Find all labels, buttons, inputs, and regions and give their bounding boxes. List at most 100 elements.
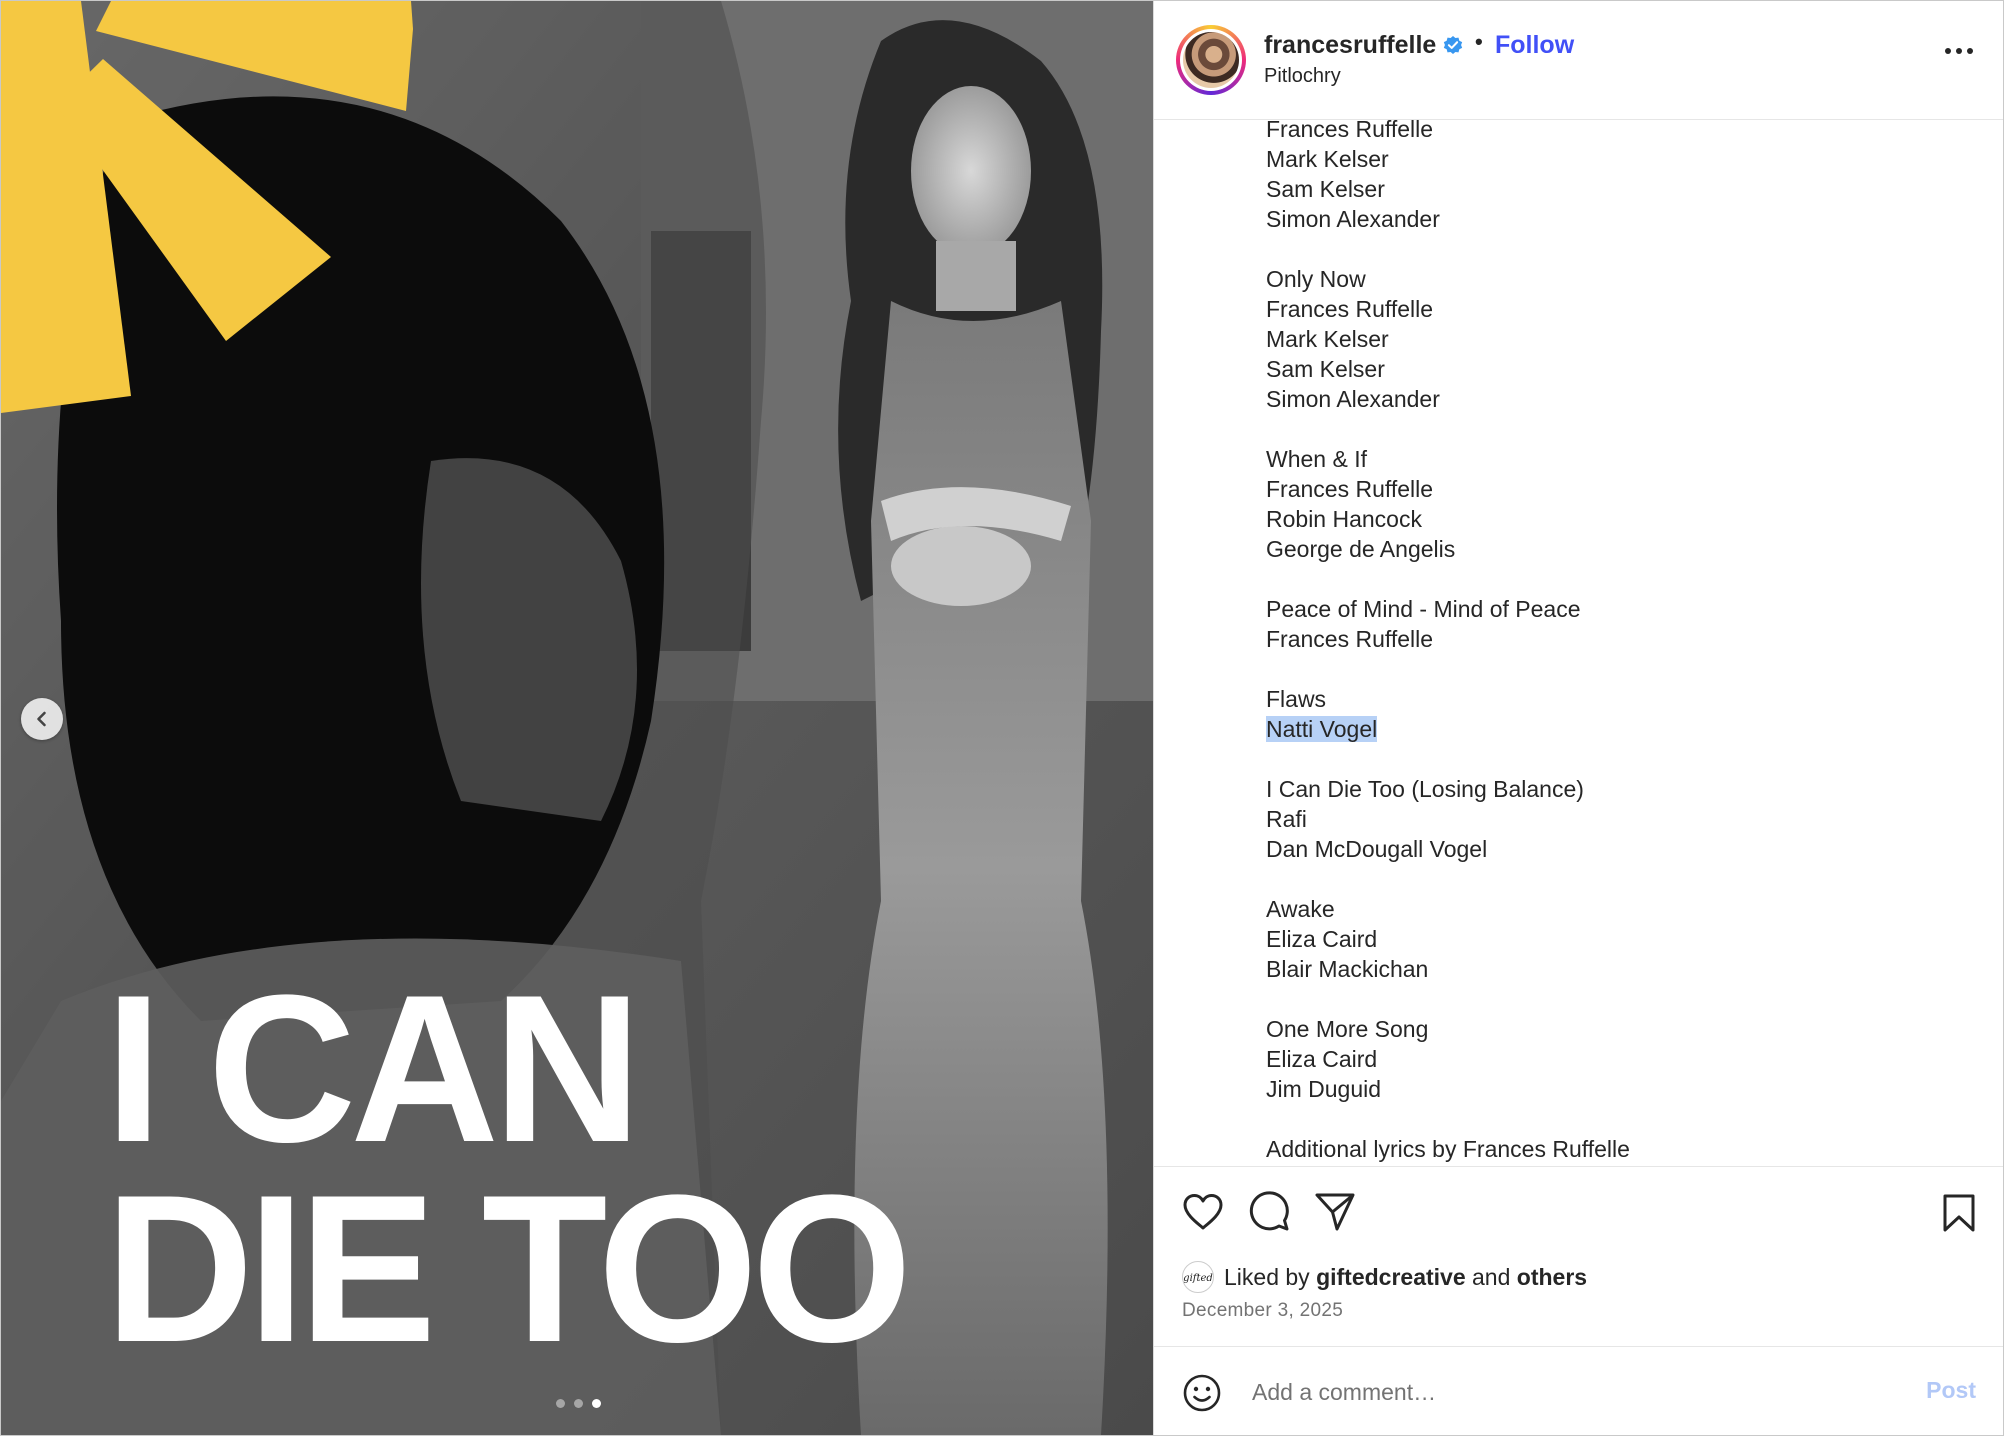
caption-line: I Can Die Too (Losing Balance) <box>1266 774 1630 804</box>
emoji-icon[interactable] <box>1182 1373 1222 1413</box>
caption-line: George de Angelis <box>1266 534 1630 564</box>
caption-line: Eliza Caird <box>1266 924 1630 954</box>
caption-line-text: Frances Ruffelle <box>1266 120 1434 142</box>
caption-scroll-area[interactable]: Frances Ruffelle Mark Kelser Sam Kelser Sim… <box>1154 120 2003 1165</box>
caption-spacer <box>1266 234 1630 264</box>
post-media[interactable]: I CAN DIE TOO <box>1 1 1153 1435</box>
caption-line-text: Robin Hancock <box>1266 506 1422 532</box>
carousel-prev-button[interactable] <box>21 698 63 740</box>
headline-line-1: I CAN <box>105 951 642 1186</box>
caption-line: When & If <box>1266 444 1630 474</box>
caption-line-text: Flaws <box>1266 686 1327 712</box>
caption-line-text: Frances Ruffelle <box>1266 476 1434 502</box>
instagram-post-window: I CAN DIE TOO francesruffelle • Follow P… <box>0 0 2004 1436</box>
caption-line-text: Frances Ruffelle <box>1266 296 1434 322</box>
caption-spacer <box>1266 984 1630 1014</box>
verified-badge-icon <box>1443 36 1463 54</box>
caption-spacer <box>1266 864 1630 894</box>
liked-prefix: Liked by <box>1224 1263 1310 1290</box>
caption-line-text: Jim Duguid <box>1266 1076 1382 1102</box>
caption-line-text: Sam Kelser <box>1266 356 1385 382</box>
caption-line: Jim Duguid <box>1266 1074 1630 1104</box>
caption-line-text: Simon Alexander <box>1266 386 1440 412</box>
more-options-icon[interactable] <box>1944 47 1974 55</box>
caption-line: Sam Kelser <box>1266 174 1630 204</box>
liked-others-link[interactable]: others <box>1517 1264 1587 1291</box>
caption-line-text: Awake <box>1266 896 1335 922</box>
heart-icon[interactable] <box>1182 1193 1224 1231</box>
caption-line: Dan McDougall Vogel <box>1266 834 1630 864</box>
caption-spacer <box>1266 414 1630 444</box>
caption-line: Additional lyrics by Frances Ruffelle <box>1266 1134 1630 1164</box>
caption-line: Mark Kelser <box>1266 324 1630 354</box>
caption-line-text: Rafi <box>1266 806 1307 832</box>
caption-line: Frances Ruffelle <box>1266 474 1630 504</box>
post-comment-button[interactable]: Post <box>1926 1377 1976 1404</box>
caption-line-selected: Natti Vogel <box>1266 716 1378 742</box>
caption-line-text: Eliza Caird <box>1266 1046 1378 1072</box>
liked-user-link[interactable]: giftedcreative <box>1316 1264 1466 1291</box>
chevron-left-icon <box>37 711 46 727</box>
comment-icon[interactable] <box>1248 1191 1290 1233</box>
caption-line-text: George de Angelis <box>1266 536 1456 562</box>
headline: I CAN DIE TOO <box>105 951 912 1386</box>
post-side-panel: francesruffelle • Follow Pitlochry Franc… <box>1153 1 2003 1435</box>
caption-line-text: Dan McDougall Vogel <box>1266 836 1488 862</box>
caption-line: Awake <box>1266 894 1630 924</box>
caption-line: One More Song <box>1266 1014 1630 1044</box>
caption-line-text: I Can Die Too (Losing Balance) <box>1266 776 1584 802</box>
caption-line-text: One More Song <box>1266 1016 1429 1042</box>
caption-spacer <box>1266 654 1630 684</box>
caption-line-text: Simon Alexander <box>1266 206 1440 232</box>
caption-line: Flaws <box>1266 684 1630 714</box>
username-link[interactable]: francesruffelle <box>1264 31 1436 60</box>
action-bar: gifted Liked by giftedcreative and other… <box>1154 1166 2003 1347</box>
caption-line: Mark Kelser <box>1266 144 1630 174</box>
liked-and: and <box>1472 1263 1511 1290</box>
share-icon[interactable] <box>1314 1191 1356 1233</box>
caption-line: Natti Vogel <box>1266 714 1630 744</box>
caption-line-text: Blair Mackichan <box>1266 956 1429 982</box>
caption-spacer <box>1266 564 1630 594</box>
caption-line: Frances Ruffelle <box>1266 294 1630 324</box>
caption-line-text: Sam Kelser <box>1266 176 1385 202</box>
caption-line: Peace of Mind - Mind of Peace <box>1266 594 1630 624</box>
carousel-indicator <box>556 1399 601 1408</box>
caption-line-text: Eliza Caird <box>1266 926 1378 952</box>
liker-avatar[interactable]: gifted <box>1182 1261 1214 1293</box>
header-separator: • <box>1475 29 1483 54</box>
post-date[interactable]: December 3, 2025 <box>1182 1300 1343 1322</box>
headline-line-2: DIE TOO <box>105 1151 912 1386</box>
caption-line-text: Frances Ruffelle <box>1266 626 1434 652</box>
comment-input[interactable] <box>1250 1369 1834 1415</box>
caption-line: Simon Alexander <box>1266 204 1630 234</box>
caption-line-text: Mark Kelser <box>1266 146 1389 172</box>
caption-spacer <box>1266 1104 1630 1134</box>
caption-line-text: When & If <box>1266 446 1367 472</box>
post-header: francesruffelle • Follow Pitlochry <box>1154 1 2003 120</box>
follow-button[interactable]: Follow <box>1495 31 1574 60</box>
caption-line: Frances Ruffelle <box>1266 120 1630 144</box>
caption-line: Only Now <box>1266 264 1630 294</box>
caption-line: Rafi <box>1266 804 1630 834</box>
caption-line-text: Only Now <box>1266 266 1366 292</box>
carousel-dot <box>556 1399 565 1408</box>
caption-line-text: Peace of Mind - Mind of Peace <box>1266 596 1581 622</box>
svg-text:gifted: gifted <box>1183 1273 1213 1284</box>
avatar[interactable] <box>1176 25 1246 95</box>
caption-spacer <box>1266 744 1630 774</box>
location-link[interactable]: Pitlochry <box>1264 65 1341 88</box>
comment-bar: Post <box>1154 1346 2003 1435</box>
caption-line-text: Mark Kelser <box>1266 326 1389 352</box>
caption-line: Frances Ruffelle <box>1266 624 1630 654</box>
liked-by-summary: gifted Liked by giftedcreative and other… <box>1182 1261 1587 1293</box>
carousel-dot <box>574 1399 583 1408</box>
bookmark-icon[interactable] <box>1942 1193 1976 1233</box>
caption-text: Frances Ruffelle Mark Kelser Sam Kelser Sim… <box>1266 120 1630 1164</box>
caption-line: Simon Alexander <box>1266 384 1630 414</box>
caption-line: Sam Kelser <box>1266 354 1630 384</box>
caption-line: Blair Mackichan <box>1266 954 1630 984</box>
caption-line-text: Additional lyrics by Frances Ruffelle <box>1266 1136 1630 1162</box>
caption-line: Eliza Caird <box>1266 1044 1630 1074</box>
caption-line: Robin Hancock <box>1266 504 1630 534</box>
